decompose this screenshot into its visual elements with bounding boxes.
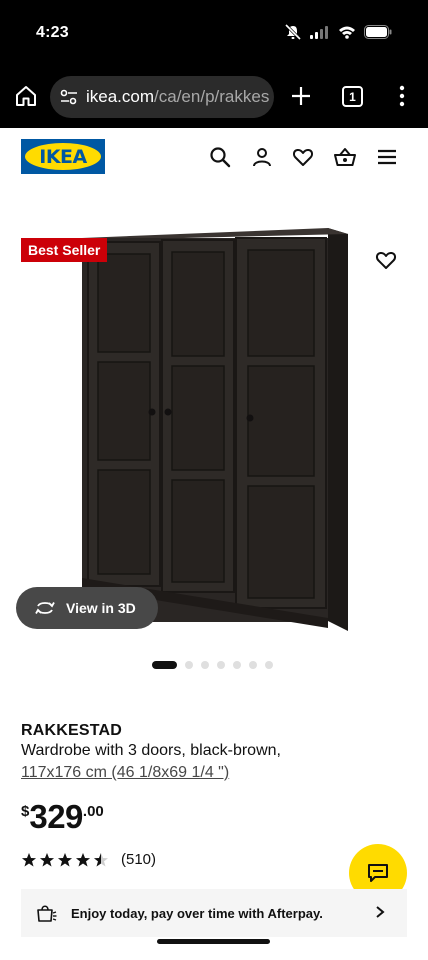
home-indicator [157, 939, 270, 944]
gallery-pagination[interactable] [152, 661, 273, 669]
best-seller-badge: Best Seller [21, 238, 108, 262]
review-count[interactable]: (510) [121, 851, 156, 868]
star-icon [58, 852, 72, 866]
user-icon[interactable] [250, 145, 274, 169]
price-whole: 329 [29, 798, 83, 835]
site-header: IKEA [0, 128, 428, 186]
url-path: /ca/en/p/rakkes [154, 87, 270, 106]
battery-icon [364, 25, 392, 39]
product-image[interactable] [78, 226, 350, 636]
gallery-dot[interactable] [233, 661, 241, 669]
gallery-dot[interactable] [152, 661, 177, 669]
chat-icon [368, 864, 388, 882]
new-tab-icon[interactable] [289, 84, 313, 108]
heart-icon[interactable] [291, 145, 315, 169]
menu-icon[interactable] [375, 145, 399, 169]
more-vertical-icon[interactable] [396, 84, 408, 108]
product-name: RAKKESTAD [21, 722, 123, 739]
add-to-favorites-icon[interactable] [374, 248, 398, 272]
star-icon [76, 852, 90, 866]
shopping-basket-icon[interactable] [333, 145, 357, 169]
status-icons [284, 24, 392, 40]
view-in-3d-label: View in 3D [66, 600, 136, 616]
gallery-dot[interactable] [201, 661, 209, 669]
view-in-3d-button[interactable]: View in 3D [16, 587, 158, 629]
star-icon [94, 852, 108, 866]
ikea-logo[interactable]: IKEA [21, 139, 105, 174]
tab-switcher-button[interactable]: 1 [342, 86, 363, 107]
gallery-dot[interactable] [265, 661, 273, 669]
product-size-link[interactable]: 117x176 cm (46 1/8x69 1/4 ") [21, 764, 229, 782]
product-gallery[interactable]: Best Seller View in 3D [0, 186, 428, 686]
price-currency: $ [21, 803, 30, 820]
signal-icon [310, 26, 328, 39]
star-icon [22, 852, 36, 866]
gallery-dot[interactable] [185, 661, 193, 669]
afterpay-banner[interactable]: Enjoy today, pay over time with Afterpay… [21, 889, 407, 937]
product-price: $ 329 .00 [21, 798, 104, 836]
search-icon[interactable] [208, 145, 232, 169]
product-rating[interactable]: (510) [21, 851, 156, 868]
price-cents: .00 [82, 803, 104, 820]
address-bar-row: ikea.com/ca/en/p/rakkes 1 [0, 76, 428, 120]
afterpay-text: Enjoy today, pay over time with Afterpay… [71, 905, 323, 921]
wifi-icon [339, 26, 355, 39]
logo-oval: IKEA [25, 143, 101, 170]
rotate-3d-icon [35, 602, 55, 614]
url-text: ikea.com/ca/en/p/rakkes [86, 87, 269, 107]
shopping-bag-icon [37, 905, 57, 922]
gallery-dot[interactable] [217, 661, 225, 669]
chevron-right-icon [376, 906, 385, 918]
bell-off-icon [284, 24, 302, 40]
gallery-dot[interactable] [249, 661, 257, 669]
product-description: Wardrobe with 3 doors, black-brown, [21, 742, 281, 759]
browser-chrome: 4:23 ikea.com/ca/en/p/rakkes 1 [0, 0, 428, 128]
logo-text: IKEA [39, 145, 87, 168]
home-icon[interactable] [14, 84, 38, 108]
status-time: 4:23 [36, 24, 69, 41]
url-domain: ikea.com [86, 87, 155, 106]
url-field[interactable]: ikea.com/ca/en/p/rakkes [50, 76, 274, 118]
site-settings-icon[interactable] [60, 88, 78, 106]
star-icon [40, 852, 54, 866]
